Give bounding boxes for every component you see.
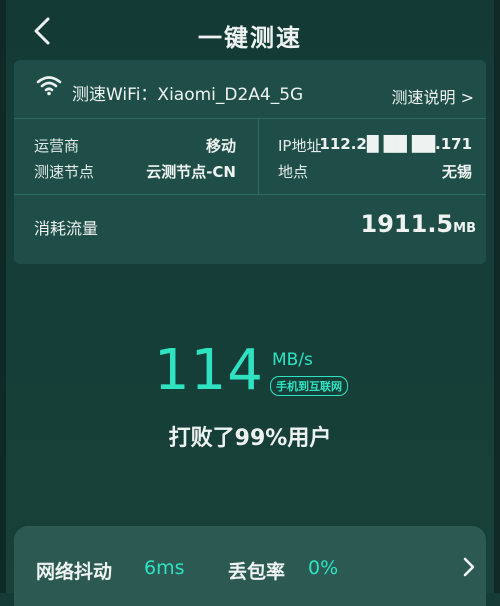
device-edge-left <box>0 0 6 593</box>
location-label: 地点 <box>278 163 309 181</box>
node-value: 云测节点-CN <box>146 163 236 181</box>
network-info-card: 测速WiFi：Xiaomi_D2A4_5G 测速说明 > 运营商 移动 测速节点… <box>14 60 486 264</box>
traffic-label: 消耗流量 <box>34 219 99 238</box>
ip-label: IP地址 <box>278 137 322 155</box>
traffic-value: 1911.5MB <box>361 210 476 238</box>
page-title: 一键测速 <box>198 24 302 52</box>
speed-test-help-link[interactable]: 测速说明 > <box>392 84 475 108</box>
direction-badge: 手机到互联网 <box>270 376 348 396</box>
carrier-label: 运营商 <box>34 137 80 155</box>
speed-result: 114 MB/s 手机到互联网 打败了99%用户 <box>0 338 500 458</box>
node-label: 测速节点 <box>34 163 95 181</box>
wifi-row: 测速WiFi：Xiaomi_D2A4_5G 测速说明 > <box>14 60 486 118</box>
chevron-right-icon <box>463 557 475 577</box>
wifi-name: 测速WiFi：Xiaomi_D2A4_5G <box>72 85 304 105</box>
speed-value: 114 <box>154 338 264 403</box>
packet-loss-value: 0% <box>308 557 339 579</box>
speed-unit: MB/s <box>272 350 313 370</box>
ranking-text: 打败了99%用户 <box>168 426 332 451</box>
ip-value: 112.2█ ██ ██.171 <box>319 135 472 153</box>
traffic-number: 1911.5 <box>360 210 454 238</box>
divider <box>258 118 259 194</box>
device-edge-right <box>494 0 500 593</box>
jitter-value: 6ms <box>144 557 185 579</box>
carrier-value: 移动 <box>205 137 236 155</box>
location-value: 无锡 <box>441 163 472 181</box>
divider <box>14 194 486 195</box>
network-quality-card[interactable]: 网络抖动 6ms 丢包率 0% <box>14 526 486 606</box>
top-bar: 一键测速 <box>0 0 500 66</box>
traffic-unit: MB <box>453 221 476 236</box>
wifi-icon <box>36 76 62 96</box>
jitter-label: 网络抖动 <box>36 561 113 583</box>
packet-loss-label: 丢包率 <box>228 561 286 583</box>
speed-test-screen: 一键测速 测速WiFi：Xiaomi_D2A4_5G 测速说明 > 运营商 移动… <box>0 0 500 606</box>
divider <box>14 118 486 119</box>
